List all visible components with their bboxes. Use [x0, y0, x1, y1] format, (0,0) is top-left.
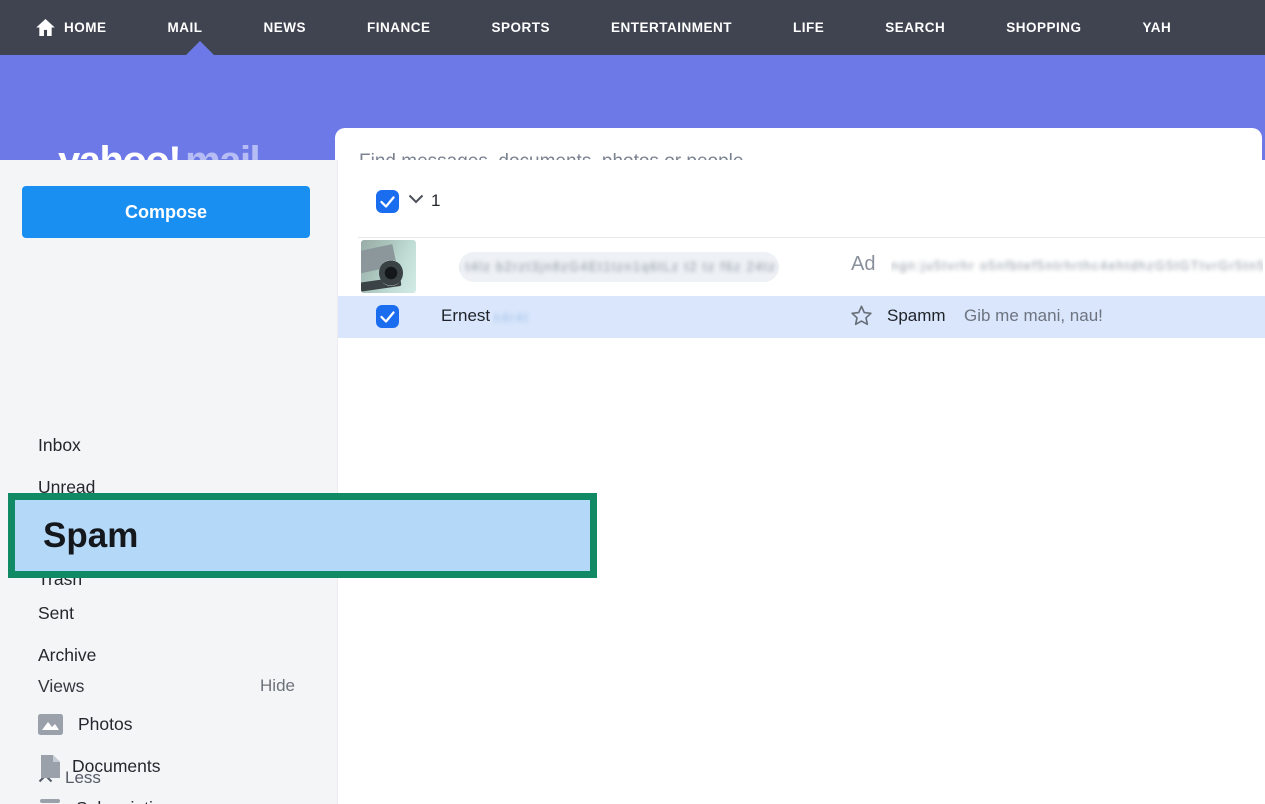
- spam-label: Spam: [43, 516, 138, 556]
- email-meta-redacted: n4r4t: [493, 309, 575, 327]
- selected-count: 1: [431, 191, 440, 211]
- nav-item-shopping[interactable]: SHOPPING: [1006, 20, 1081, 35]
- nav-item-entertainment[interactable]: ENTERTAINMENT: [611, 20, 732, 35]
- email-subject: Spamm: [887, 306, 946, 326]
- compose-button[interactable]: Compose: [22, 186, 310, 238]
- home-icon: [36, 19, 55, 36]
- select-options-chevron-icon[interactable]: [408, 194, 424, 204]
- email-row-selected[interactable]: Ernest n4r4t Spamm Gib me mani, nau!: [338, 296, 1265, 338]
- nav-item-finance[interactable]: FINANCE: [367, 20, 431, 35]
- view-item-label: Subscriptions: [76, 798, 181, 804]
- nav-item-search[interactable]: SEARCH: [885, 20, 945, 35]
- mail-header: yahoo!mail: [0, 55, 1265, 160]
- photos-icon: [38, 714, 63, 735]
- document-icon: [41, 755, 60, 778]
- sidebar-item-documents[interactable]: Documents: [0, 745, 337, 787]
- ad-advertiser-redacted: a1 t4lz b2rzt3jn8zG4Et1tzn1q6tLz t2 tz f…: [459, 252, 779, 282]
- email-checkbox[interactable]: [376, 305, 399, 328]
- nav-item-mail[interactable]: MAIL: [168, 20, 203, 35]
- views-header: Views Hide: [0, 665, 337, 707]
- ad-row[interactable]: a1 t4lz b2rzt3jn8zG4Et1tzn1q6tLz t2 tz f…: [338, 238, 1265, 295]
- message-list-pane: 1 a1 t4lz b2rzt3jn8zG4Et1tzn1q6tLz t2 tz…: [337, 160, 1265, 804]
- sidebar: Compose Inbox Unread Starred Drafts Sent…: [0, 160, 337, 804]
- sidebar-item-subscriptions[interactable]: Subscriptions: [0, 787, 337, 804]
- nav-item-news[interactable]: NEWS: [264, 20, 307, 35]
- nav-item-home[interactable]: HOME: [36, 19, 107, 36]
- views-hide-button[interactable]: Hide: [260, 665, 295, 707]
- view-item-label: Photos: [78, 714, 132, 735]
- nav-item-label: HOME: [64, 20, 107, 35]
- email-snippet: Gib me mani, nau!: [964, 306, 1103, 326]
- select-all-checkbox[interactable]: [376, 190, 399, 213]
- ad-badge: Ad: [851, 253, 875, 276]
- ad-thumb-art: [379, 260, 403, 286]
- nav-item-yahoo-plus[interactable]: YAH: [1143, 20, 1172, 35]
- email-sender: Ernest: [441, 306, 490, 326]
- view-item-label: Documents: [72, 756, 161, 777]
- sidebar-item-photos[interactable]: Photos: [0, 703, 337, 745]
- nav-item-sports[interactable]: SPORTS: [492, 20, 551, 35]
- subscriptions-icon: [36, 798, 62, 804]
- star-icon[interactable]: [850, 304, 873, 327]
- nav-item-life[interactable]: LIFE: [793, 20, 824, 35]
- ad-subject-redacted: ngn:ju5tvrhr o5nfbtef5ntrhrthc4ehtdhzG5t…: [891, 257, 1263, 275]
- ad-thumbnail-image: [361, 240, 416, 293]
- sidebar-item-spam-highlighted[interactable]: Spam: [8, 493, 597, 578]
- active-tab-indicator: [186, 41, 214, 55]
- sidebar-item-inbox[interactable]: Inbox: [0, 424, 337, 466]
- views-title: Views: [38, 665, 84, 707]
